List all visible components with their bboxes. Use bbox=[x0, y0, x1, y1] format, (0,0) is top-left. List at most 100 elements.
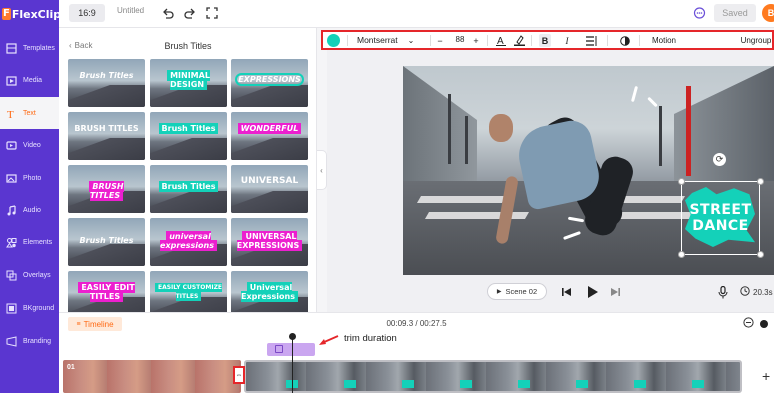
sidebar-item-label: Elements bbox=[23, 238, 53, 246]
saved-button[interactable]: Saved bbox=[714, 4, 756, 22]
redo-icon[interactable] bbox=[183, 6, 197, 20]
title-template-thumb[interactable]: Brush Titles bbox=[68, 59, 145, 107]
skip-back-icon[interactable] bbox=[560, 285, 574, 299]
add-clip-button[interactable]: + bbox=[762, 368, 770, 384]
thumb-text-label: Universal Expressions bbox=[241, 282, 298, 302]
title-template-thumb[interactable]: MINIMAL DESIGN bbox=[150, 59, 227, 107]
title-template-thumb[interactable]: EASILY CUSTOMIZE TITLES bbox=[150, 271, 227, 312]
ungroup-button[interactable]: Ungroup bbox=[739, 34, 773, 47]
undo-icon[interactable] bbox=[161, 6, 175, 20]
font-select[interactable]: Montserrat ⌄ bbox=[357, 35, 414, 45]
feedback-icon[interactable] bbox=[692, 6, 706, 20]
opacity-icon[interactable] bbox=[619, 34, 631, 47]
sidebar-item-photo[interactable]: Photo bbox=[0, 162, 59, 194]
scene-button[interactable]: ▶ Scene 02 bbox=[487, 283, 547, 300]
title-template-thumb[interactable]: EASILY EDIT TITLES bbox=[68, 271, 145, 312]
logo-text: FlexClip bbox=[11, 7, 62, 21]
sidebar-item-label: Overlays bbox=[23, 271, 51, 279]
align-icon[interactable] bbox=[585, 34, 597, 47]
title-template-thumb[interactable]: Brush Titles bbox=[68, 218, 145, 266]
thumb-text: BRUSH TITLES bbox=[72, 181, 141, 201]
title-template-thumb[interactable]: BRUSH TITLES bbox=[68, 165, 145, 213]
title-template-thumb[interactable]: Brush Titles bbox=[150, 165, 227, 213]
resize-handle[interactable] bbox=[757, 251, 764, 258]
zoom-control[interactable] bbox=[743, 317, 774, 331]
thumb-text: WONDERFUL bbox=[235, 123, 304, 134]
text-color-swatch[interactable] bbox=[327, 34, 340, 47]
photo-icon bbox=[4, 171, 18, 185]
sidebar-item-branding[interactable]: Branding bbox=[0, 325, 59, 357]
duration-value: 20.3s bbox=[753, 287, 773, 297]
sidebar-item-video[interactable]: Video bbox=[0, 129, 59, 161]
decrease-size-button[interactable]: − bbox=[435, 34, 445, 47]
thumb-text-label: EASILY EDIT TITLES bbox=[78, 282, 135, 302]
toolbar-divider bbox=[347, 35, 348, 46]
playhead-knob[interactable] bbox=[289, 333, 296, 340]
text-marker bbox=[634, 380, 646, 388]
sidebar-item-templates[interactable]: Templates bbox=[0, 32, 59, 64]
highlight-icon[interactable] bbox=[513, 34, 525, 47]
title-template-thumb[interactable]: Brush Titles bbox=[150, 112, 227, 160]
timeline-header: ≡ Timeline 00:09.3 / 00:27.5 bbox=[59, 312, 774, 334]
skip-forward-icon[interactable] bbox=[608, 285, 622, 299]
title-template-thumb[interactable]: universal expressions bbox=[150, 218, 227, 266]
text-marker bbox=[692, 380, 704, 388]
resize-handle[interactable] bbox=[757, 178, 764, 185]
play-icon[interactable] bbox=[585, 285, 599, 299]
toolbar-divider bbox=[531, 35, 532, 46]
title-template-thumb[interactable]: WONDERFUL bbox=[231, 112, 308, 160]
svg-text:A: A bbox=[497, 36, 504, 46]
title-template-thumb[interactable]: Universal Expressions bbox=[231, 271, 308, 312]
thumb-text: Brush Titles bbox=[79, 236, 134, 245]
video-clip-2[interactable] bbox=[244, 360, 742, 393]
fullscreen-icon[interactable] bbox=[205, 6, 219, 20]
title-template-thumb[interactable]: UNIVERSAL bbox=[231, 165, 308, 213]
video-clip-1[interactable]: 01 bbox=[63, 360, 241, 393]
sidebar-item-media[interactable]: Media bbox=[0, 64, 59, 96]
playhead[interactable] bbox=[292, 334, 293, 393]
trim-duration-annotation: trim duration bbox=[344, 333, 397, 344]
timeline-time: 00:09.3 / 00:27.5 bbox=[386, 319, 447, 328]
resize-handle[interactable] bbox=[678, 251, 685, 258]
resize-handle[interactable] bbox=[678, 178, 685, 185]
title-template-thumb[interactable]: BRUSH TITLES bbox=[68, 112, 145, 160]
avatar[interactable]: B bbox=[762, 4, 774, 22]
thumb-text-label: BRUSH TITLES bbox=[89, 181, 124, 201]
play-small-icon: ▶ bbox=[496, 289, 502, 295]
chevron-left-icon: ‹ bbox=[320, 165, 323, 175]
templates-icon bbox=[4, 41, 18, 55]
thumb-text: Brush Titles bbox=[154, 181, 223, 192]
logo-mark: F bbox=[2, 8, 11, 20]
rotate-icon[interactable]: ⟳ bbox=[713, 153, 726, 166]
audio-icon bbox=[4, 203, 18, 217]
italic-button[interactable]: I bbox=[561, 34, 573, 47]
sidebar-item-overlays[interactable]: Overlays bbox=[0, 259, 59, 291]
aspect-ratio-button[interactable]: 16:9 bbox=[69, 4, 105, 22]
sidebar-item-text[interactable]: T Text bbox=[0, 97, 59, 129]
thumb-text: Brush Titles bbox=[79, 71, 134, 80]
zoom-slider[interactable] bbox=[760, 320, 768, 328]
font-size-input[interactable]: 88 bbox=[449, 35, 471, 44]
motion-button[interactable]: Motion bbox=[649, 34, 679, 47]
clip-link-icon bbox=[275, 345, 283, 353]
zoom-out-icon[interactable] bbox=[743, 317, 754, 331]
sidebar-item-elements[interactable]: Elements bbox=[0, 226, 59, 258]
microphone-icon[interactable] bbox=[716, 285, 730, 299]
audio-clip[interactable] bbox=[267, 343, 315, 356]
project-title-input[interactable]: Untitled bbox=[117, 6, 157, 15]
duration-display[interactable]: 20.3s bbox=[740, 286, 773, 298]
text-marker bbox=[576, 380, 588, 388]
bold-button[interactable]: B bbox=[539, 34, 551, 47]
increase-size-button[interactable]: + bbox=[471, 34, 481, 47]
media-icon bbox=[4, 73, 18, 87]
title-template-thumb[interactable]: EXPRESSIONS bbox=[231, 59, 308, 107]
title-template-thumb[interactable]: UNIVERSAL EXPRESSIONS bbox=[231, 218, 308, 266]
toolbar-divider bbox=[487, 35, 488, 46]
top-bar: 16:9 Untitled Saved B bbox=[59, 0, 774, 28]
barrier-pole bbox=[686, 86, 691, 176]
trim-handle[interactable]: ⇔ bbox=[233, 366, 245, 384]
sidebar-item-bkground[interactable]: BKground bbox=[0, 292, 59, 324]
collapse-panel-button[interactable]: ‹ bbox=[317, 150, 327, 190]
text-style-icon[interactable]: A bbox=[495, 34, 507, 47]
sidebar-item-audio[interactable]: Audio bbox=[0, 194, 59, 226]
